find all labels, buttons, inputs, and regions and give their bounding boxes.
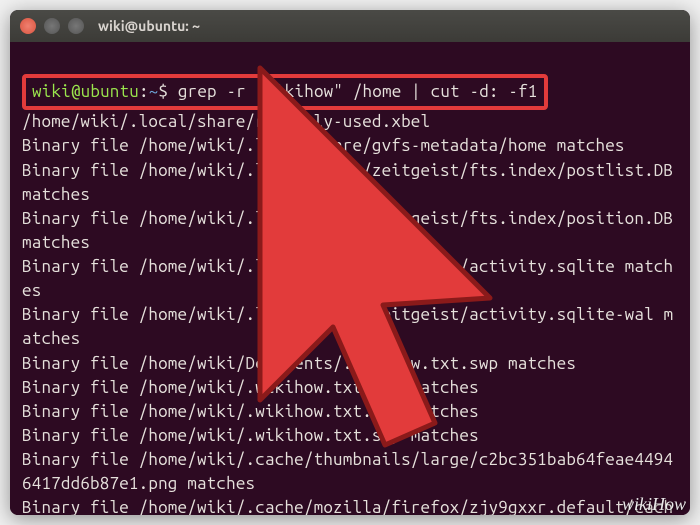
output-line: Binary file /home/wiki/.local/share/zeit… — [22, 209, 683, 252]
command-text: grep -r "wikihow" /home | cut -d: -f1 — [178, 82, 538, 101]
prompt-user: wiki — [32, 82, 71, 101]
prompt-colon: : — [139, 82, 149, 101]
output-line: Binary file /home/wiki/.local/share/zeit… — [22, 257, 673, 300]
output-line: Binary file /home/wiki/Documents/.wikiho… — [22, 354, 576, 373]
output-line: Binary file /home/wiki/.local/share/gvfs… — [22, 136, 625, 155]
terminal-content[interactable]: wiki@ubuntu:~$ grep -r "wikihow" /home |… — [10, 42, 690, 515]
output-line: Binary file /home/wiki/.wikihow.txt.swp … — [22, 426, 479, 445]
prompt-path: ~ — [149, 82, 159, 101]
watermark: wikiHow — [622, 494, 686, 515]
titlebar[interactable]: wiki@ubuntu: ~ — [10, 10, 690, 42]
close-icon[interactable] — [20, 18, 36, 34]
output-line: Binary file /home/wiki/.wikihow.txt.swp … — [22, 402, 479, 421]
output-line: /home/wiki/.local/share/recently-used.xb… — [22, 112, 430, 131]
prompt-host: ubuntu — [81, 82, 139, 101]
window-title: wiki@ubuntu: ~ — [98, 18, 200, 34]
output-line: Binary file /home/wiki/.local/share/zeit… — [22, 305, 673, 348]
output-line: Binary file /home/wiki/.local/share/zeit… — [22, 161, 683, 204]
prompt-at: @ — [71, 82, 81, 101]
output-line: Binary file /home/wiki/.cache/thumbnails… — [22, 450, 673, 493]
maximize-icon[interactable] — [68, 18, 84, 34]
output-line: Binary file /home/wiki/.cache/mozilla/fi… — [22, 498, 673, 515]
command-highlight-box: wiki@ubuntu:~$ grep -r "wikihow" /home |… — [22, 74, 548, 110]
minimize-icon[interactable] — [44, 18, 60, 34]
prompt-dollar: $ — [158, 82, 177, 101]
terminal-window: wiki@ubuntu: ~ wiki@ubuntu:~$ grep -r "w… — [10, 10, 690, 515]
output-line: Binary file /home/wiki/.wikihow.txt.swp … — [22, 378, 479, 397]
